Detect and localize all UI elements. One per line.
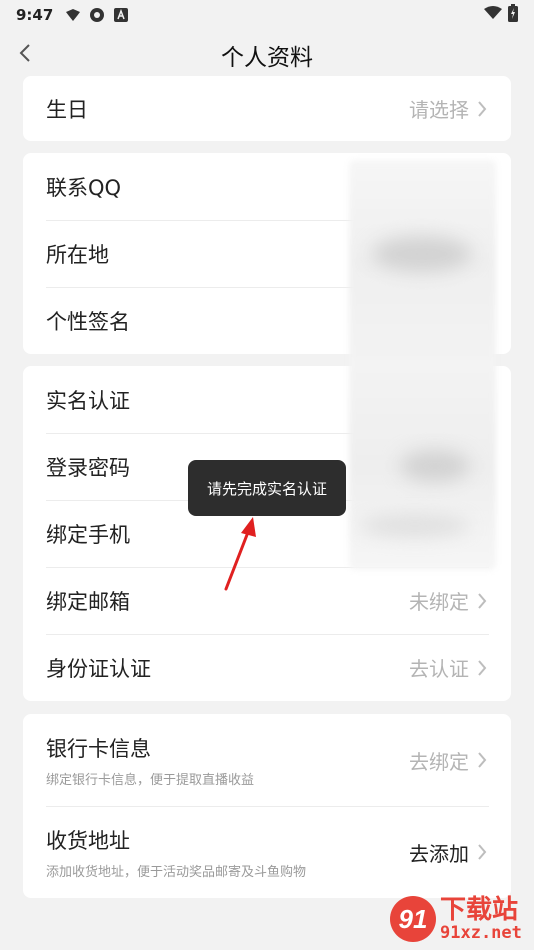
page-title: 个人资料 <box>221 45 313 71</box>
watermark-en: 91xz.net <box>440 922 522 943</box>
idcard-value: 去认证 <box>409 657 469 681</box>
chevron-right-icon <box>477 750 489 770</box>
email-value: 未绑定 <box>409 590 469 614</box>
blurred-values-area <box>349 160 496 570</box>
email-row[interactable]: 绑定邮箱 未绑定 <box>23 567 511 634</box>
phone-label: 绑定手机 <box>46 522 130 547</box>
bird-app-icon <box>65 7 81 23</box>
qq-label: 联系QQ <box>46 175 122 200</box>
birthday-row[interactable]: 生日 请选择 <box>23 76 511 141</box>
address-value: 去添加 <box>409 841 469 866</box>
realname-label: 实名认证 <box>46 388 130 413</box>
address-row[interactable]: 收货地址 添加收货地址，便于活动奖品邮寄及斗鱼购物 去添加 <box>23 806 511 898</box>
blurred-value <box>400 450 470 482</box>
bank-row[interactable]: 银行卡信息 绑定银行卡信息，便于提取直播收益 去绑定 <box>23 714 511 806</box>
toast-message: 请先完成实名认证 <box>188 460 346 516</box>
battery-icon <box>508 4 518 26</box>
chevron-right-icon <box>477 842 489 862</box>
idcard-row[interactable]: 身份证认证 去认证 <box>23 634 511 701</box>
blurred-value <box>372 236 472 272</box>
wifi-icon <box>484 6 502 24</box>
status-time: 9:47 <box>16 6 54 24</box>
signature-label: 个性签名 <box>46 309 130 334</box>
aperture-app-icon <box>89 7 105 23</box>
basic-info-card: 生日 请选择 <box>23 76 511 141</box>
chevron-right-icon <box>477 99 489 119</box>
chevron-right-icon <box>477 591 489 611</box>
status-bar: 9:47 <box>0 0 534 30</box>
birthday-value: 请选择 <box>409 98 469 122</box>
location-label: 所在地 <box>46 242 109 267</box>
bank-label: 银行卡信息 <box>46 736 151 761</box>
watermark-cn: 下载站 <box>440 894 519 925</box>
nav-bar: 个人资料 <box>0 30 534 76</box>
a-app-icon <box>113 7 129 23</box>
birthday-label: 生日 <box>46 97 88 122</box>
chevron-right-icon <box>477 658 489 678</box>
annotation-arrow-icon <box>224 517 256 591</box>
site-watermark: 91 下载站 91xz.net <box>390 888 534 950</box>
password-label: 登录密码 <box>46 455 130 480</box>
email-label: 绑定邮箱 <box>46 589 130 614</box>
blurred-value <box>360 515 470 537</box>
watermark-logo-icon: 91 <box>390 896 436 942</box>
address-label: 收货地址 <box>46 828 130 853</box>
bank-desc: 绑定银行卡信息，便于提取直播收益 <box>46 772 255 788</box>
idcard-label: 身份证认证 <box>46 656 151 681</box>
payment-card: 银行卡信息 绑定银行卡信息，便于提取直播收益 去绑定 收货地址 添加收货地址，便… <box>23 714 511 898</box>
address-desc: 添加收货地址，便于活动奖品邮寄及斗鱼购物 <box>46 864 307 880</box>
bank-value: 去绑定 <box>409 749 469 774</box>
